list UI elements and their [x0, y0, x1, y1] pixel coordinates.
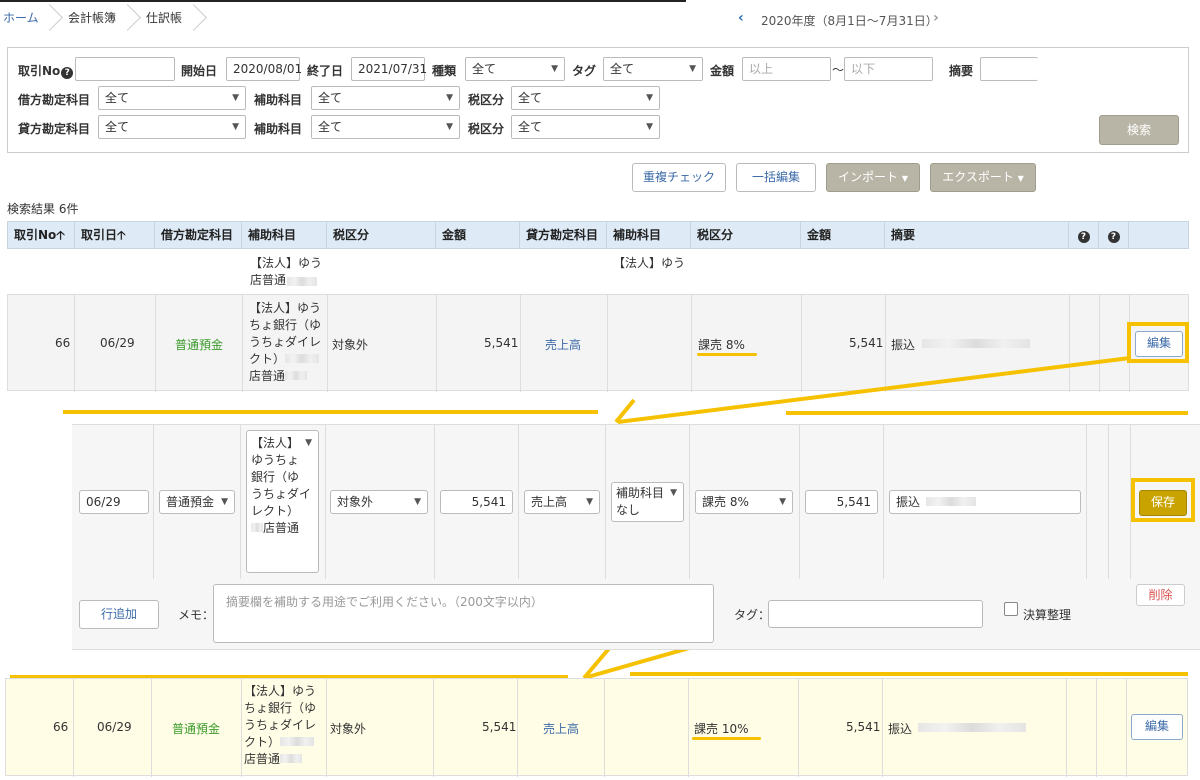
delete-button[interactable]: 削除	[1136, 584, 1185, 606]
add-row-button[interactable]: 行追加	[79, 600, 159, 629]
redacted-text	[251, 523, 263, 532]
edit-button[interactable]: 編集	[1131, 714, 1183, 740]
debit-tax: 対象外	[330, 722, 367, 736]
redacted-text	[926, 497, 977, 506]
credit-sub-select[interactable]: 補助科目 なし ▼	[611, 482, 684, 522]
debit-account[interactable]: 普通預金	[172, 720, 220, 737]
save-button[interactable]: 保存	[1139, 490, 1187, 516]
debit-sub-select[interactable]: 【法人】 ゆうちょ 銀行（ゆ うちょダイ レクト） 店普通 ▼	[246, 430, 319, 573]
redacted-text	[280, 754, 303, 763]
credit-amount: 5,541	[846, 720, 881, 734]
txn-date: 06/29	[97, 720, 132, 734]
tag-input[interactable]	[768, 600, 983, 628]
tag-label: タグ：	[734, 608, 771, 622]
debit-amount: 5,541	[482, 720, 517, 734]
redacted-text	[280, 737, 315, 746]
settle-checkbox[interactable]	[1004, 602, 1018, 616]
memo-note-textarea[interactable]: 摘要欄を補助する用途でご利用ください。（200文字以内）	[213, 584, 714, 643]
redacted-text	[918, 723, 1026, 732]
credit-amount-input[interactable]: 5,541	[805, 490, 878, 514]
debit-tax-select[interactable]: 対象外 ▼	[330, 490, 428, 514]
credit-account[interactable]: 売上高	[543, 720, 579, 737]
memo-input[interactable]: 振込	[889, 490, 1081, 514]
credit-tax: 課売 10%	[694, 722, 749, 736]
txn-no: 66	[53, 720, 69, 734]
debit-sub-account: 【法人】ゆう ちょ銀行（ゆ うちょダイレ クト） 店普通	[244, 684, 317, 766]
debit-amount-input[interactable]: 5,541	[440, 490, 513, 514]
credit-tax-select[interactable]: 課売 8% ▼	[695, 490, 793, 514]
debit-account-select[interactable]: 普通預金 ▼	[159, 490, 235, 514]
underline-highlight	[692, 737, 761, 740]
annotation-arrows	[10, 356, 1188, 680]
credit-account-select[interactable]: 売上高 ▼	[524, 490, 600, 514]
settle-label: 決算整理	[1023, 608, 1072, 622]
memo: 振込	[888, 722, 913, 736]
date-input[interactable]: 06/29	[79, 490, 149, 514]
memo-note-label: メモ：	[178, 608, 215, 622]
table-row: 66 06/29 普通預金 【法人】ゆう ちょ銀行（ゆ うちょダイレ クト） 店普通 対…	[5, 678, 1188, 777]
